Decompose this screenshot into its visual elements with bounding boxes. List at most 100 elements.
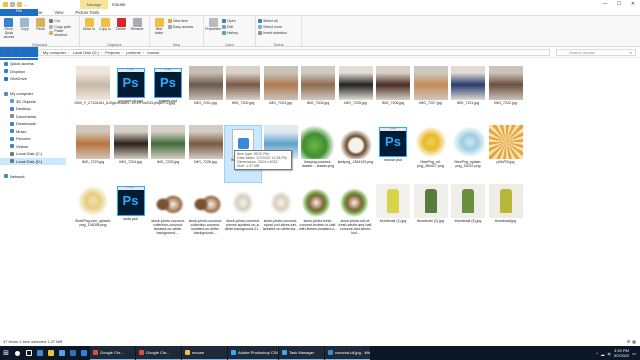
history-button[interactable]: History (222, 30, 238, 35)
clock[interactable]: 3:39 PM 3/7/2022 (614, 348, 630, 358)
start-button[interactable]: ⊞ (0, 346, 12, 360)
nav-item[interactable]: Pictures (0, 135, 66, 143)
taskbar-app[interactable]: Adobe Photoshop CS6 (228, 346, 278, 360)
nav-item[interactable]: Desktop (0, 105, 66, 113)
pinned-app[interactable] (34, 346, 45, 360)
move-to-button[interactable]: Move to (82, 17, 96, 46)
rename-button[interactable]: Rename (130, 17, 144, 46)
new-folder-icon[interactable] (17, 2, 22, 7)
breadcrumb-item[interactable]: Local Disk (D:) (73, 50, 99, 55)
nav-item[interactable]: My computer (0, 90, 66, 98)
recent-locations-button[interactable]: ⌄ (16, 50, 24, 56)
taskbar-app[interactable]: mouse (182, 346, 227, 360)
file-item[interactable]: thumbnail.jpg (487, 184, 525, 242)
nav-item[interactable]: Music (0, 128, 66, 136)
tab-picture-tools[interactable]: Picture Tools (69, 9, 105, 15)
search-input[interactable]: Search mouse ⌕ (556, 49, 636, 56)
maximize-button[interactable]: ☐ (612, 0, 626, 9)
pinned-app[interactable] (45, 346, 56, 360)
copy-to-button[interactable]: Copy to (98, 17, 112, 46)
manage-tool-tab[interactable]: Manage (80, 0, 108, 9)
edit-button[interactable]: Edit (222, 24, 238, 29)
file-item[interactable]: thumbnail (3).jpg (449, 184, 487, 242)
notifications-icon[interactable]: ▭ (632, 351, 636, 356)
file-item[interactable]: IMG_7224.jpg (112, 125, 150, 183)
address-field[interactable]: My computer › Local Disk (D:) › Projects › … (38, 49, 550, 56)
close-button[interactable]: ✕ (626, 0, 640, 9)
taskbar-app[interactable]: Google Chr... (90, 346, 135, 360)
file-item[interactable]: PSD Ps enliven.psd (149, 66, 187, 124)
file-item[interactable]: IMG_7223.jpg (74, 125, 112, 183)
file-item[interactable]: 1000_F_27125161_6JZgkvR5adN...bXVfFVoiOZ… (74, 66, 175, 124)
nav-item[interactable]: Downloads (0, 120, 66, 128)
file-item[interactable]: stock-photo-coconut-collection-coconut-i… (187, 184, 225, 242)
copy-button[interactable]: Copy (18, 17, 32, 46)
cut-button[interactable]: Cut (49, 18, 77, 23)
nav-item[interactable]: OneDrive (0, 75, 66, 83)
open-button[interactable]: Open (222, 18, 238, 23)
nav-item[interactable]: 3D Objects (0, 98, 66, 106)
file-item[interactable]: IMG_7202.jpg (224, 66, 262, 124)
details-view-button[interactable]: ☰ (627, 338, 631, 346)
nav-item[interactable]: Videos (0, 143, 66, 151)
volume-icon[interactable]: ◂) (607, 351, 610, 356)
up-button[interactable]: ↑ (24, 50, 32, 56)
paste-shortcut-button[interactable]: Paste shortcut (49, 29, 77, 37)
breadcrumb-item[interactable]: Projects (105, 50, 119, 55)
file-item[interactable]: stock-photo-fresh-coconut-broken-in-half… (299, 184, 337, 242)
file-item[interactable]: IMG_7205.jpg (337, 66, 375, 124)
file-item[interactable]: IMG_7225.jpg (149, 125, 187, 183)
network-icon[interactable]: ▂ (601, 351, 604, 356)
pinned-app[interactable] (67, 346, 78, 360)
file-item[interactable]: stock-photo-set-of-fresh-whole-and-half-… (337, 184, 375, 242)
file-item[interactable]: stock-photo-coconut-spiral-curl-slices-s… (262, 184, 300, 242)
file-item[interactable]: stock-photo-coconut-collection-coconut-i… (149, 184, 187, 242)
file-item[interactable]: kindpng_1384193.png (337, 125, 375, 183)
chevron-up-icon[interactable]: ^ (596, 351, 598, 356)
breadcrumb-item[interactable]: mouse (147, 50, 159, 55)
file-item[interactable]: stock-photo-coconut-pieces-isolated-on-a… (224, 184, 262, 242)
nav-item[interactable]: Network (0, 173, 66, 181)
properties-button[interactable]: Properties (205, 17, 221, 46)
select-all-button[interactable]: Select all (258, 18, 287, 23)
file-item[interactable]: SeekPng.com_splash-png_134058.png (74, 184, 112, 242)
large-icons-view-button[interactable]: ▦ (632, 338, 636, 346)
select-none-button[interactable]: Select none (258, 24, 287, 29)
file-item[interactable]: PSD Ps soda.psd (112, 184, 150, 242)
delete-button[interactable]: Delete (114, 17, 128, 46)
breadcrumb-item[interactable]: My computer (43, 50, 66, 55)
file-item[interactable]: thumbnail (2).jpg (412, 184, 450, 242)
file-item[interactable]: PSD Ps mouse.psd (374, 125, 412, 183)
file-item[interactable]: IMG_7207.jpg (412, 66, 450, 124)
new-folder-button[interactable]: New folder (152, 17, 166, 46)
pinned-app[interactable] (56, 346, 67, 360)
paste-button[interactable]: Paste (34, 17, 48, 46)
back-button[interactable]: ← (0, 50, 8, 56)
file-item[interactable]: IMG_7206.jpg (374, 66, 412, 124)
chevron-down-icon[interactable]: ⌄ (24, 2, 29, 7)
nav-item[interactable]: Local Disk (D:) (0, 157, 66, 165)
file-item[interactable]: pt3nP0l.jpg (487, 125, 525, 183)
pinned-app[interactable] (78, 346, 89, 360)
invert-selection-button[interactable]: Invert selection (258, 30, 287, 35)
file-item[interactable]: IMG_7222.jpg (487, 66, 525, 124)
new-item-button[interactable]: New item (168, 18, 193, 23)
file-item[interactable]: IMG_7204.jpg (299, 66, 337, 124)
properties-icon[interactable] (10, 2, 15, 7)
file-item[interactable]: IMG_7201.jpg (187, 66, 225, 124)
easy-access-button[interactable]: Easy access (168, 24, 193, 29)
tab-view[interactable]: View (48, 9, 69, 15)
file-item[interactable]: IMG_7226.jpg (187, 125, 225, 183)
taskbar-app[interactable]: Task Manager (279, 346, 324, 360)
file-item[interactable]: thumbnail (1).jpg (374, 184, 412, 242)
taskbar-app[interactable]: Google Chr... (136, 346, 181, 360)
search-button[interactable] (12, 346, 23, 360)
file-item[interactable]: IMG_7221.jpg (449, 66, 487, 124)
task-view-button[interactable] (23, 346, 34, 360)
file-item[interactable]: NicePng_oil-png_364427.png (412, 125, 450, 183)
taskbar-app[interactable]: coconut-oil.jpg - Win... (325, 346, 370, 360)
nav-item[interactable]: Quick access (0, 60, 66, 68)
nav-item[interactable]: Dropbox (0, 68, 66, 76)
nav-item[interactable]: Local Disk (C:) (0, 150, 66, 158)
file-item[interactable]: kisspng-coconut-dwater-...leaves.png (299, 125, 337, 183)
